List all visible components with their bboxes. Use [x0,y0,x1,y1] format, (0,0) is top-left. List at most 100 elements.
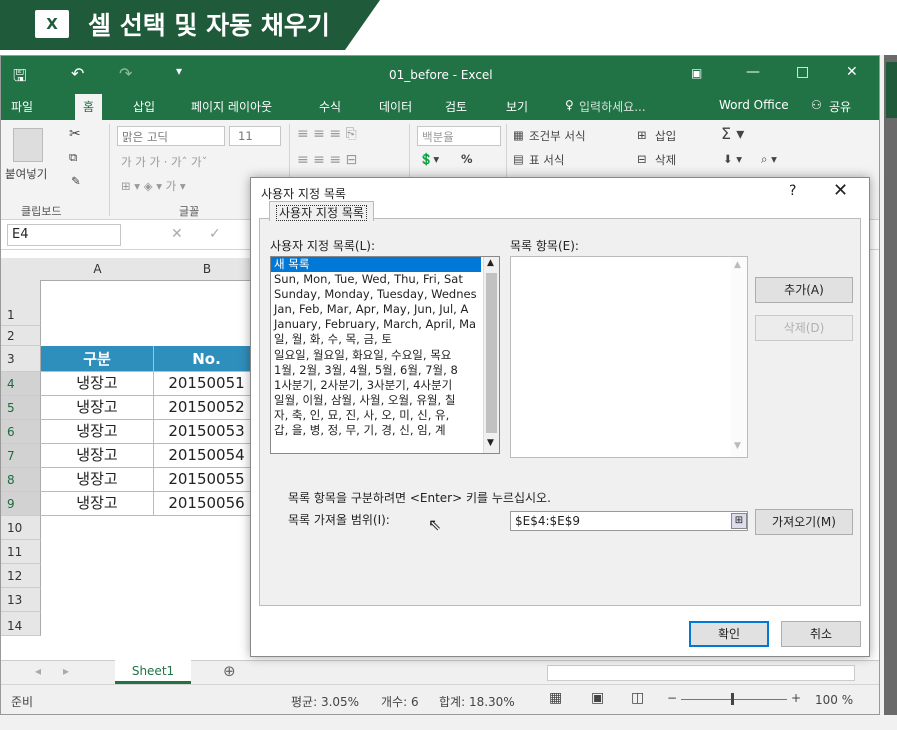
table-cell[interactable]: 20150056 [154,492,260,516]
scroll-down-icon[interactable]: ▼ [487,438,494,448]
table-cell[interactable]: 20150055 [154,468,260,492]
delete-cells-button[interactable]: 삭제 [655,152,676,168]
paste-icon[interactable] [13,128,43,162]
insert-cells-icon[interactable]: ⊞ [637,128,647,142]
fill-icon[interactable]: ⬇ ▾ [723,152,742,166]
cut-icon[interactable]: ✂ [69,126,81,142]
tab-view[interactable]: 보기 [506,98,528,115]
table-cell[interactable]: 냉장고 [41,492,154,516]
copy-icon[interactable]: ⧉ [69,150,77,165]
list-item[interactable]: 일월, 이월, 삼월, 사월, 오월, 유월, 칠 [271,393,481,408]
horizontal-scrollbar[interactable] [547,665,855,681]
add-sheet-icon[interactable]: ⊕ [223,662,236,680]
paste-button-label[interactable]: 붙여넣기 [5,166,47,182]
insert-cells-button[interactable]: 삽입 [655,128,676,144]
list-item[interactable]: 갑, 을, 병, 정, 무, 기, 경, 신, 임, 계 [271,423,481,438]
row-header[interactable]: 2 [1,326,41,346]
table-cell[interactable]: 냉장고 [41,396,154,420]
select-all-corner[interactable] [1,258,42,281]
header-cell-category[interactable]: 구분 [41,346,154,372]
header-cell-number[interactable]: No. [154,346,260,372]
scroll-up-icon[interactable]: ▲ [734,260,741,270]
share-button[interactable]: 공유 [829,98,851,115]
zoom-slider[interactable] [681,699,787,700]
table-format-button[interactable]: 표 서식 [529,152,564,168]
conditional-format-button[interactable]: 조건부 서식 [529,128,586,144]
list-item[interactable]: Sun, Mon, Tue, Wed, Thu, Fri, Sat [271,272,481,287]
import-range-input[interactable]: $E$4:$E$9 [510,511,748,531]
add-button[interactable]: 추가(A) [755,277,853,303]
find-icon[interactable]: ⌕ ▾ [761,152,777,167]
list-item[interactable]: 일, 월, 화, 수, 목, 금, 토 [271,332,481,347]
account-name[interactable]: Word Office [719,98,789,112]
import-button[interactable]: 가져오기(M) [755,509,853,535]
tell-me-input[interactable]: 입력하세요... [579,98,646,115]
entries-scrollbar[interactable]: ▲ ▼ [731,257,747,457]
table-cell[interactable]: 20150053 [154,420,260,444]
row-header[interactable]: 8 [1,468,41,492]
scroll-up-icon[interactable]: ▲ [487,258,494,268]
page-layout-view-icon[interactable]: ▣ [591,690,604,706]
row-header[interactable]: 1 [1,280,41,326]
undo-icon[interactable]: ↶ [71,64,84,83]
row-header[interactable]: 5 [1,396,41,420]
tab-review[interactable]: 검토 [445,98,467,115]
delete-cells-icon[interactable]: ⊟ [637,152,647,166]
customize-qat-icon[interactable]: ▾ [176,64,182,78]
list-item[interactable]: 일요일, 월요일, 화요일, 수요일, 목요 [271,348,481,363]
row-header[interactable]: 11 [1,540,41,564]
table-cell[interactable]: 냉장고 [41,372,154,396]
table-cell[interactable]: 냉장고 [41,468,154,492]
minimize-icon[interactable]: — [746,64,760,80]
normal-view-icon[interactable]: ▦ [549,690,562,706]
list-item[interactable]: 1월, 2월, 3월, 4월, 5월, 6월, 7월, 8 [271,363,481,378]
sheet-tab-sheet1[interactable]: Sheet1 [115,660,191,684]
conditional-format-icon[interactable]: ▦ [513,128,524,142]
next-sheet-icon[interactable]: ▸ [63,664,69,678]
cancel-button[interactable]: 취소 [781,621,861,647]
custom-lists-listbox[interactable]: 새 목록 Sun, Mon, Tue, Wed, Thu, Fri, Sat S… [270,256,500,454]
save-icon[interactable]: 🖫 [13,65,27,92]
row-header[interactable]: 13 [1,588,41,612]
table-cell[interactable]: 20150052 [154,396,260,420]
tab-file[interactable]: 파일 [11,98,33,115]
name-box[interactable]: E4 [7,224,121,246]
redo-icon[interactable]: ↷ [119,64,132,83]
ok-button[interactable]: 확인 [689,621,769,647]
help-button[interactable]: ? [789,183,796,199]
font-size-select[interactable]: 11 [229,126,281,146]
row-header[interactable]: 9 [1,492,41,516]
align-horizontal-icons[interactable]: ≡ ≡ ≡ ⊟ [297,152,357,168]
scroll-down-icon[interactable]: ▼ [734,441,741,451]
align-top-icons[interactable]: ≡ ≡ ≡ ⎘ [297,126,357,142]
confirm-entry-icon[interactable]: ✓ [209,226,221,242]
row-header[interactable]: 4 [1,372,41,396]
zoom-slider-thumb[interactable] [731,693,734,705]
number-format-select[interactable]: 백분율 [417,126,501,146]
zoom-in-icon[interactable]: + [791,691,801,705]
zoom-out-icon[interactable]: − [667,691,677,705]
tab-home[interactable]: 홈 [75,94,103,120]
list-item[interactable]: Jan, Feb, Mar, Apr, May, Jun, Jul, A [271,302,481,317]
list-item[interactable]: 자, 축, 인, 묘, 진, 사, 오, 미, 신, 유, [271,408,481,423]
prev-sheet-icon[interactable]: ◂ [35,664,41,678]
table-cell[interactable]: 냉장고 [41,444,154,468]
column-header-a[interactable]: A [41,258,155,281]
font-name-select[interactable]: 맑은 고딕 [117,126,225,146]
list-item[interactable]: 1사분기, 2사분기, 3사분기, 4사분기 [271,378,481,393]
format-painter-icon[interactable]: ✎ [71,174,81,188]
row-header[interactable]: 10 [1,516,41,540]
table-cell[interactable]: 냉장고 [41,420,154,444]
tab-data[interactable]: 데이터 [379,98,412,115]
list-item[interactable]: Sunday, Monday, Tuesday, Wednes [271,287,481,302]
column-header-b[interactable]: B [154,258,261,281]
row-header[interactable]: 6 [1,420,41,444]
currency-icon[interactable]: 💲▾ [419,152,439,166]
tab-custom-lists[interactable]: 사용자 지정 목록 [269,201,374,221]
row-header[interactable]: 3 [1,346,41,372]
delete-button[interactable]: 삭제(D) [755,315,853,341]
row-header[interactable]: 7 [1,444,41,468]
list-scrollbar[interactable]: ▲ ▼ [483,257,499,453]
close-window-icon[interactable]: ✕ [846,64,858,80]
ribbon-display-icon[interactable]: ▣ [691,66,702,80]
